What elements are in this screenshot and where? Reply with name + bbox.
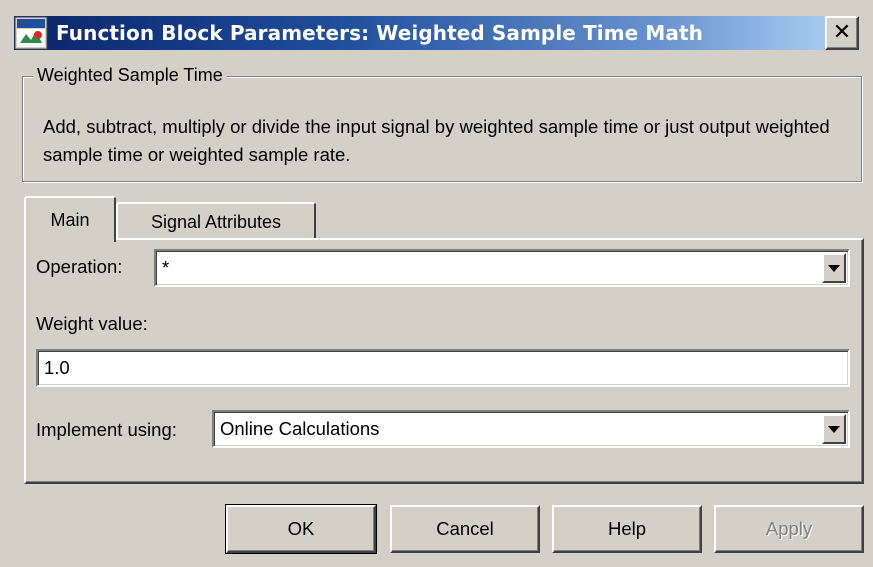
- weight-value-text: 1.0: [44, 357, 70, 378]
- dialog-window: Function Block Parameters: Weighted Samp…: [0, 0, 873, 567]
- block-parameters-icon: [14, 16, 48, 50]
- operation-value: *: [162, 257, 170, 278]
- operation-label: Operation:: [36, 256, 123, 277]
- window-title: Function Block Parameters: Weighted Samp…: [56, 21, 703, 45]
- implement-using-value: Online Calculations: [220, 418, 380, 439]
- title-bar-content: Function Block Parameters: Weighted Samp…: [14, 16, 703, 50]
- ok-button[interactable]: OK: [225, 504, 377, 554]
- cancel-button[interactable]: Cancel: [390, 505, 540, 553]
- tab-signal-attributes[interactable]: Signal Attributes: [116, 202, 316, 240]
- tab-signal-attributes-label: Signal Attributes: [150, 211, 282, 232]
- tab-main-label: Main: [50, 209, 90, 230]
- implement-using-dropdown-button[interactable]: [822, 414, 846, 444]
- chevron-down-icon: [828, 425, 840, 433]
- close-icon: ✕: [832, 20, 852, 45]
- block-description: Add, subtract, multiply or divide the in…: [43, 116, 830, 165]
- weight-value-input[interactable]: 1.0: [36, 349, 850, 387]
- help-button[interactable]: Help: [552, 505, 702, 553]
- tab-main[interactable]: Main: [24, 196, 116, 242]
- implement-using-label: Implement using:: [36, 419, 177, 440]
- implement-using-dropdown[interactable]: Online Calculations: [212, 410, 850, 448]
- help-button-label: Help: [607, 518, 647, 539]
- chevron-down-icon: [828, 264, 840, 272]
- ok-button-label: OK: [287, 518, 315, 539]
- apply-button[interactable]: Apply: [714, 505, 864, 553]
- description-group: Weighted Sample Time Add, subtract, mult…: [22, 65, 862, 182]
- operation-dropdown[interactable]: *: [154, 249, 850, 287]
- weight-value-label: Weight value:: [36, 313, 148, 334]
- apply-button-label: Apply: [765, 518, 813, 539]
- operation-dropdown-button[interactable]: [822, 253, 846, 283]
- close-button[interactable]: ✕: [825, 16, 859, 50]
- cancel-button-label: Cancel: [436, 518, 494, 539]
- group-legend: Weighted Sample Time: [33, 65, 227, 86]
